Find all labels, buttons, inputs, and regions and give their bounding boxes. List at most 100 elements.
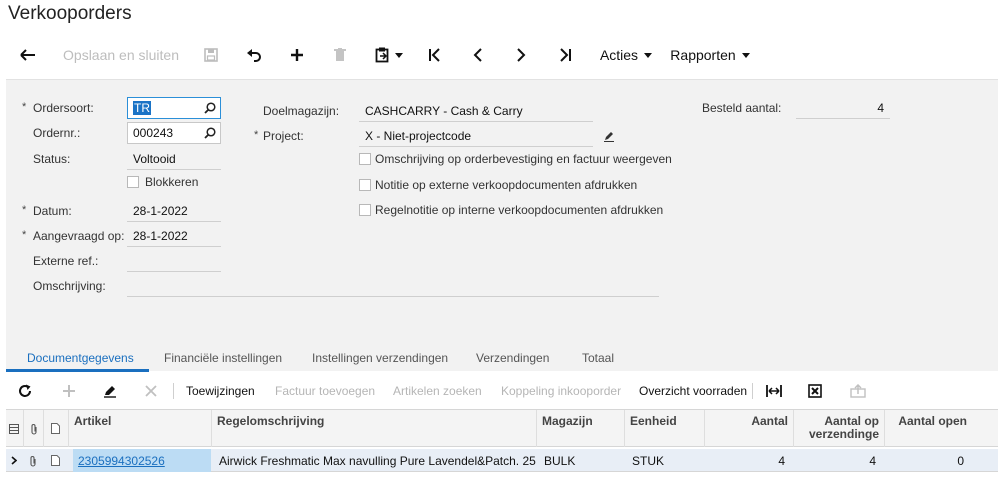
aangevraagd-label: Aangevraagd op:	[33, 229, 125, 243]
orderbevestiging-checkbox[interactable]	[359, 153, 371, 165]
first-record-button[interactable]	[422, 38, 448, 72]
cell-aantal-op-verzending[interactable]: 4	[793, 449, 881, 472]
tab-financiele-instellingen[interactable]: Financiële instellingen	[164, 351, 282, 365]
note-icon[interactable]	[43, 449, 67, 472]
note-header-icon	[43, 410, 67, 447]
refresh-icon	[19, 384, 31, 397]
edit-row-button[interactable]	[103, 374, 117, 408]
column-header-aantal-open[interactable]: Aantal open	[884, 410, 972, 447]
required-marker: *	[254, 129, 259, 141]
actions-label: Acties	[599, 47, 639, 63]
toewijzingen-button[interactable]: Toewijzingen	[186, 374, 255, 408]
clipboard-menu-button[interactable]	[370, 38, 408, 72]
save-icon	[204, 48, 218, 62]
factuur-toevoegen-button[interactable]: Factuur toevoegen	[275, 374, 375, 408]
tab-totaal[interactable]: Totaal	[582, 351, 614, 365]
omschrijving-label: Omschrijving:	[33, 279, 106, 293]
status-underline	[127, 169, 221, 170]
aangevraagd-field[interactable]: 28-1-2022	[133, 229, 188, 243]
regelnotitie-intern-checkbox[interactable]	[359, 204, 371, 216]
back-button[interactable]	[14, 38, 42, 72]
status-value: Voltooid	[133, 152, 176, 166]
page-title: Verkooporders	[8, 3, 132, 24]
cell-aantal-open[interactable]: 0	[884, 449, 969, 472]
status-label: Status:	[33, 152, 71, 166]
column-header-aantal-op-verzending[interactable]: Aantal op verzendinge	[793, 410, 884, 447]
actions-menu[interactable]: Acties	[596, 38, 656, 72]
tab-instellingen-verzendingen[interactable]: Instellingen verzendingen	[312, 351, 448, 365]
column-header-aantal[interactable]: Aantal	[704, 410, 793, 447]
plus-icon	[63, 385, 75, 397]
next-record-button[interactable]	[508, 38, 534, 72]
omschrijving-underline	[127, 296, 659, 297]
required-marker: *	[22, 101, 27, 113]
besteld-aantal-label: Besteld aantal:	[702, 101, 782, 115]
column-header-eenheid[interactable]: Eenheid	[624, 410, 704, 447]
regelnotitie-intern-label: Regelnotitie op interne verkoopdocumente…	[375, 203, 664, 217]
externe-ref-underline	[127, 271, 221, 272]
excel-export-icon	[808, 384, 822, 398]
externe-ref-label: Externe ref.:	[33, 254, 99, 268]
tab-documentgegevens[interactable]: Documentgegevens	[27, 351, 134, 365]
column-header-line2: verzendinge	[808, 427, 879, 441]
delete-button[interactable]	[327, 38, 353, 72]
search-icon[interactable]	[204, 127, 216, 139]
save-button[interactable]	[198, 38, 224, 72]
cell-eenheid[interactable]: STUK	[627, 449, 704, 472]
active-tab-indicator	[6, 369, 149, 372]
besteld-aantal-value: 4	[877, 101, 884, 115]
doelmagazijn-underline	[359, 121, 593, 122]
order-header-form: * Ordersoort: TR Ordernr.: 000243 Status…	[6, 79, 998, 371]
table-row[interactable]: 2305994302526 Airwick Freshmatic Max nav…	[6, 449, 998, 472]
reports-menu[interactable]: Rapporten	[668, 38, 752, 72]
ordersoort-input[interactable]: TR	[127, 97, 221, 119]
project-underline	[359, 146, 593, 147]
required-marker: *	[22, 204, 27, 216]
required-marker: *	[22, 229, 27, 241]
ordernr-input[interactable]: 000243	[127, 122, 221, 144]
save-close-button[interactable]: Opslaan en sluiten	[58, 38, 184, 72]
delete-row-button[interactable]	[145, 374, 157, 408]
plus-icon	[291, 49, 303, 61]
add-row-button[interactable]	[62, 374, 76, 408]
cell-regelomschrijving[interactable]: Airwick Freshmatic Max navulling Pure La…	[214, 449, 536, 472]
search-icon[interactable]	[204, 102, 216, 114]
row-settings-icon[interactable]	[6, 410, 22, 447]
pencil-icon[interactable]	[603, 130, 615, 142]
artikelen-zoeken-button[interactable]: Artikelen zoeken	[393, 374, 482, 408]
add-button[interactable]	[284, 38, 310, 72]
upload-icon	[850, 384, 866, 398]
undo-button[interactable]	[241, 38, 267, 72]
close-icon	[145, 385, 157, 397]
chevron-down-icon	[395, 52, 403, 58]
upload-button[interactable]	[850, 374, 866, 408]
artikel-link[interactable]: 2305994302526	[78, 454, 165, 468]
koppeling-inkooporder-button[interactable]: Koppeling inkooporder	[501, 374, 621, 408]
grid-header: Artikel Regelomschrijving Magazijn Eenhe…	[6, 409, 998, 447]
overzicht-voorraden-button[interactable]: Overzicht voorraden	[639, 374, 747, 408]
project-field[interactable]: X - Niet-projectcode	[365, 129, 471, 143]
arrow-left-icon	[20, 49, 35, 61]
last-record-button[interactable]	[552, 38, 578, 72]
grid-toolbar: Toewijzingen Factuur toevoegen Artikelen…	[6, 374, 998, 408]
column-header-regelomschrijving[interactable]: Regelomschrijving	[211, 410, 536, 447]
cell-magazijn[interactable]: BULK	[539, 449, 624, 472]
fit-columns-button[interactable]	[766, 374, 782, 408]
datum-field[interactable]: 28-1-2022	[133, 204, 188, 218]
chevron-down-icon	[644, 52, 653, 58]
doelmagazijn-field[interactable]: CASHCARRY - Cash & Carry	[365, 104, 523, 118]
toolbar-separator	[752, 383, 753, 399]
attachment-icon[interactable]	[23, 449, 43, 472]
refresh-button[interactable]	[18, 374, 32, 408]
row-pointer-icon	[6, 449, 22, 472]
toolbar-separator	[173, 383, 174, 399]
last-page-icon	[560, 48, 571, 62]
cell-aantal[interactable]: 4	[704, 449, 790, 472]
column-header-artikel[interactable]: Artikel	[68, 410, 211, 447]
tab-verzendingen[interactable]: Verzendingen	[476, 351, 549, 365]
notitie-extern-checkbox[interactable]	[359, 179, 371, 191]
export-excel-button[interactable]	[808, 374, 822, 408]
previous-record-button[interactable]	[465, 38, 491, 72]
column-header-magazijn[interactable]: Magazijn	[536, 410, 624, 447]
blokkeren-checkbox[interactable]	[127, 176, 139, 188]
